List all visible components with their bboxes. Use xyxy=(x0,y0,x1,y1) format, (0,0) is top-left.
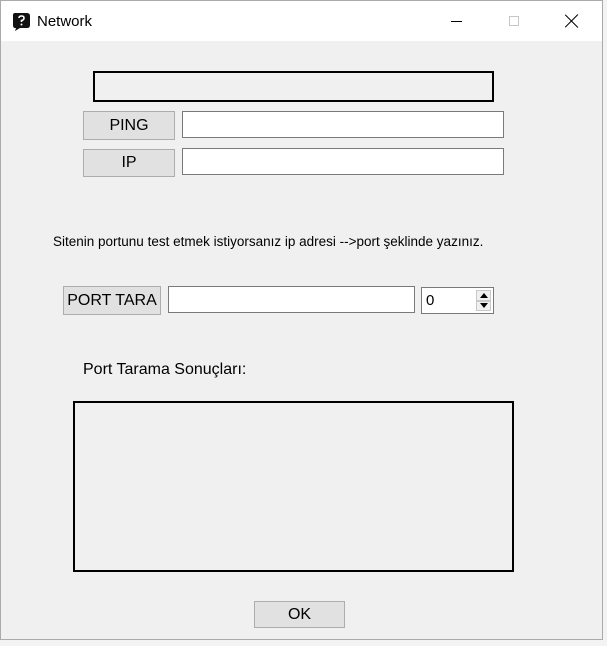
window-title: Network xyxy=(37,13,93,30)
arrow-up-icon xyxy=(479,292,488,298)
minimize-icon xyxy=(450,20,462,22)
ping-button[interactable]: PING xyxy=(83,111,175,140)
ping-input[interactable] xyxy=(182,111,504,138)
app-glyph-icon xyxy=(13,13,30,31)
maximize-icon xyxy=(509,16,519,26)
close-button[interactable] xyxy=(549,1,595,41)
result-display xyxy=(93,71,494,102)
port-scan-results[interactable] xyxy=(73,401,514,572)
port-spinner[interactable]: 0 xyxy=(421,287,494,314)
port-scan-button[interactable]: PORT TARA xyxy=(63,286,161,315)
minimize-button[interactable] xyxy=(433,1,479,41)
ip-button[interactable]: IP xyxy=(83,149,175,177)
port-hint-text: Sitenin portunu test etmek istiyorsanız … xyxy=(53,234,484,249)
ok-button[interactable]: OK xyxy=(254,601,345,628)
spinner-arrows xyxy=(476,290,491,311)
port-input[interactable] xyxy=(168,286,415,313)
port-spinner-value: 0 xyxy=(426,292,435,309)
maximize-button[interactable] xyxy=(491,1,537,41)
spinner-up-button[interactable] xyxy=(476,290,491,301)
network-window: Network PING IP Sitenin portunu test etm… xyxy=(0,0,603,640)
background-strip-bottom xyxy=(0,640,607,646)
results-label: Port Tarama Sonuçları: xyxy=(83,361,247,378)
arrow-down-icon xyxy=(479,303,488,309)
close-icon xyxy=(565,14,579,28)
background-strip-right xyxy=(603,0,607,646)
ip-input[interactable] xyxy=(182,148,504,175)
title-bar[interactable]: Network xyxy=(1,1,602,41)
spinner-down-button[interactable] xyxy=(476,300,491,311)
